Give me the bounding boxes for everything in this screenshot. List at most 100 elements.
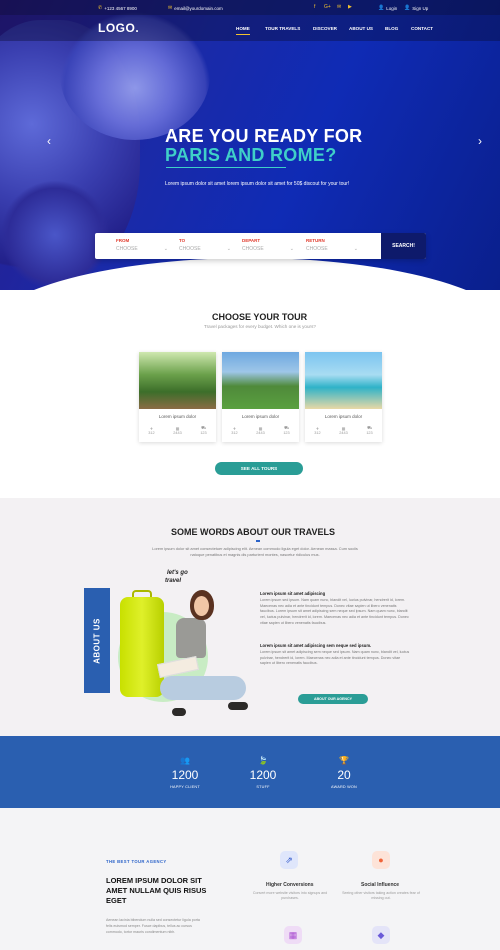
slider-prev-arrow-icon[interactable]: ‹	[47, 134, 51, 148]
feature-title: Higher Conversions	[266, 882, 314, 888]
stat-award-won: 🏆 20 AWARD WON	[314, 756, 374, 789]
traveler-shoe	[228, 702, 248, 710]
depart-select[interactable]: DEPART CHOOSE ⌄	[242, 238, 294, 252]
arrows-icon: ⇗	[280, 851, 298, 869]
tours-title: CHOOSE YOUR TOUR	[212, 312, 308, 322]
chevron-down-icon: ⌄	[163, 246, 168, 252]
signup-label: Sign Up	[412, 5, 429, 11]
depart-label: DEPART	[242, 238, 261, 243]
leaf-icon: 🍃	[258, 756, 268, 765]
tour-image-forest-path	[139, 352, 216, 409]
tour-meta-value: 2443	[173, 431, 182, 435]
stat-label: HAPPY CLIENT	[170, 785, 200, 789]
mail-icon: ✉	[168, 5, 173, 11]
features-text: Aenean lacinia bibendum nulla sed consec…	[106, 918, 200, 934]
feature-title: Social Influence	[361, 882, 400, 888]
nav-item-contact[interactable]: CONTACT	[411, 26, 433, 31]
feature-icon: ▦	[284, 926, 302, 944]
to-label: TO	[179, 238, 186, 243]
return-label: RETURN	[306, 238, 325, 243]
features-kicker: THE BEST TOUR AGENCY	[106, 859, 167, 864]
feature-description: Seeing other visitors taking action crea…	[342, 891, 420, 901]
stat-value: 1200	[171, 768, 199, 782]
tour-meta-value: 312	[231, 431, 238, 435]
features-section	[0, 808, 500, 950]
search-button[interactable]: SEARCH!	[381, 233, 426, 259]
tours-subtitle: Travel packages for every budget. Which …	[204, 324, 316, 329]
phone-icon: ✆	[98, 5, 103, 11]
hero-subtitle: Lorem ipsum dolor sit amet lorem ipsum d…	[165, 181, 350, 187]
tour-meta-value: 312	[148, 431, 155, 435]
return-select[interactable]: RETURN CHOOSE ⌄	[306, 238, 358, 252]
feature-description: Convert more website visitors into signu…	[252, 891, 328, 901]
hero-title-underline	[166, 167, 286, 168]
tour-card[interactable]: Lorem ipsum dolor ✈ 312 ▦ 2443 ⛟ 123	[222, 352, 299, 442]
tour-card-title: Lorem ipsum dolor	[158, 414, 197, 419]
login-link[interactable]: 👤 Login	[378, 5, 397, 11]
stamp-text-top: let's go	[167, 570, 188, 576]
to-select[interactable]: TO CHOOSE ⌄	[179, 238, 231, 252]
hero-title-line1: ARE YOU READY FOR	[165, 126, 363, 146]
chevron-down-icon: ⌄	[289, 246, 294, 252]
stat-value: 1200	[249, 768, 277, 782]
youtube-icon[interactable]: ▶	[348, 4, 352, 10]
phone-contact[interactable]: ✆ +123 4567 8900	[98, 5, 137, 11]
tour-card-title: Lorem ipsum dolor	[324, 414, 363, 419]
facebook-icon[interactable]: f	[314, 4, 315, 10]
stat-stuff: 🍃 1200 STUFF	[233, 756, 293, 789]
from-select[interactable]: FROM CHOOSE ⌄	[116, 238, 168, 252]
nav-item-tour-travels[interactable]: TOUR TRAVELS	[265, 26, 300, 31]
site-logo[interactable]: LOGO.	[98, 21, 139, 35]
nav-item-blog[interactable]: BLOG	[385, 26, 398, 31]
top-info-bar: ✆ +123 4567 8900 ✉ email@yourdomain.com …	[0, 0, 500, 15]
phone-number: +123 4567 8900	[104, 5, 137, 11]
return-value: CHOOSE	[306, 246, 328, 252]
about-paragraph-2: Lorem ipsum sit amet adipiscing sem nequ…	[260, 650, 410, 666]
user-icon: 👤	[378, 5, 385, 11]
trophy-icon: 🏆	[339, 756, 349, 765]
depart-value: CHOOSE	[242, 246, 264, 252]
title-accent-line	[256, 540, 260, 542]
login-label: Login	[386, 5, 398, 11]
slider-next-arrow-icon[interactable]: ›	[478, 134, 482, 148]
about-title: SOME WORDS ABOUT OUR TRAVELS	[171, 527, 335, 537]
features-heading: LOREM IPSUM DOLOR SIT AMET NULLAM QUIS R…	[106, 876, 207, 905]
about-us-tab: ABOUT US	[84, 588, 110, 693]
nav-item-home[interactable]: HOME	[236, 26, 250, 35]
see-all-tours-button[interactable]: SEE ALL TOURS	[215, 462, 303, 475]
nav-item-about-us[interactable]: ABOUT US	[349, 26, 373, 31]
stat-happy-client: 👥 1200 HAPPY CLIENT	[155, 756, 215, 789]
to-value: CHOOSE	[179, 246, 201, 252]
tour-meta-value: 2443	[339, 431, 348, 435]
chevron-down-icon: ⌄	[353, 246, 358, 252]
chevron-down-icon: ⌄	[226, 246, 231, 252]
about-agency-button[interactable]: ABOUT OUR AGENCY	[298, 694, 368, 704]
google-plus-icon[interactable]: G+	[324, 4, 331, 10]
stamp-text-bottom: travel	[165, 578, 182, 584]
person-icon: ●	[372, 851, 390, 869]
suitcase-image	[120, 597, 164, 697]
tour-meta-value: 312	[314, 431, 321, 435]
user-plus-icon: 👤	[404, 5, 411, 11]
signup-link[interactable]: 👤 Sign Up	[404, 5, 428, 11]
tour-card[interactable]: Lorem ipsum dolor ✈ 312 ▦ 2443 ⛟ 123	[139, 352, 216, 442]
feature-icon: ◆	[372, 926, 390, 944]
email-contact[interactable]: ✉ email@yourdomain.com	[168, 5, 223, 11]
about-us-tab-label: ABOUT US	[92, 617, 102, 664]
tour-image-mountain-valley	[222, 352, 299, 409]
stat-label: AWARD WON	[331, 785, 357, 789]
traveler-face	[194, 596, 209, 616]
traveler-body	[176, 618, 206, 658]
vk-icon[interactable]: ✉	[337, 4, 341, 10]
tour-search-form: FROM CHOOSE ⌄ TO CHOOSE ⌄ DEPART CHOOSE ⌄ R…	[95, 233, 426, 259]
traveler-shoe	[172, 708, 186, 716]
tour-card-title: Lorem ipsum dolor	[241, 414, 280, 419]
tour-meta-value: 123	[366, 431, 373, 435]
tour-card[interactable]: Lorem ipsum dolor ✈ 312 ▦ 2443 ⛟ 123	[305, 352, 382, 442]
from-label: FROM	[116, 238, 130, 243]
from-value: CHOOSE	[116, 246, 138, 252]
lets-go-travel-stamp: let's go travel	[163, 565, 193, 591]
stat-value: 20	[337, 768, 351, 782]
email-address: email@yourdomain.com	[174, 5, 223, 11]
nav-item-discover[interactable]: DISCOVER	[313, 26, 337, 31]
